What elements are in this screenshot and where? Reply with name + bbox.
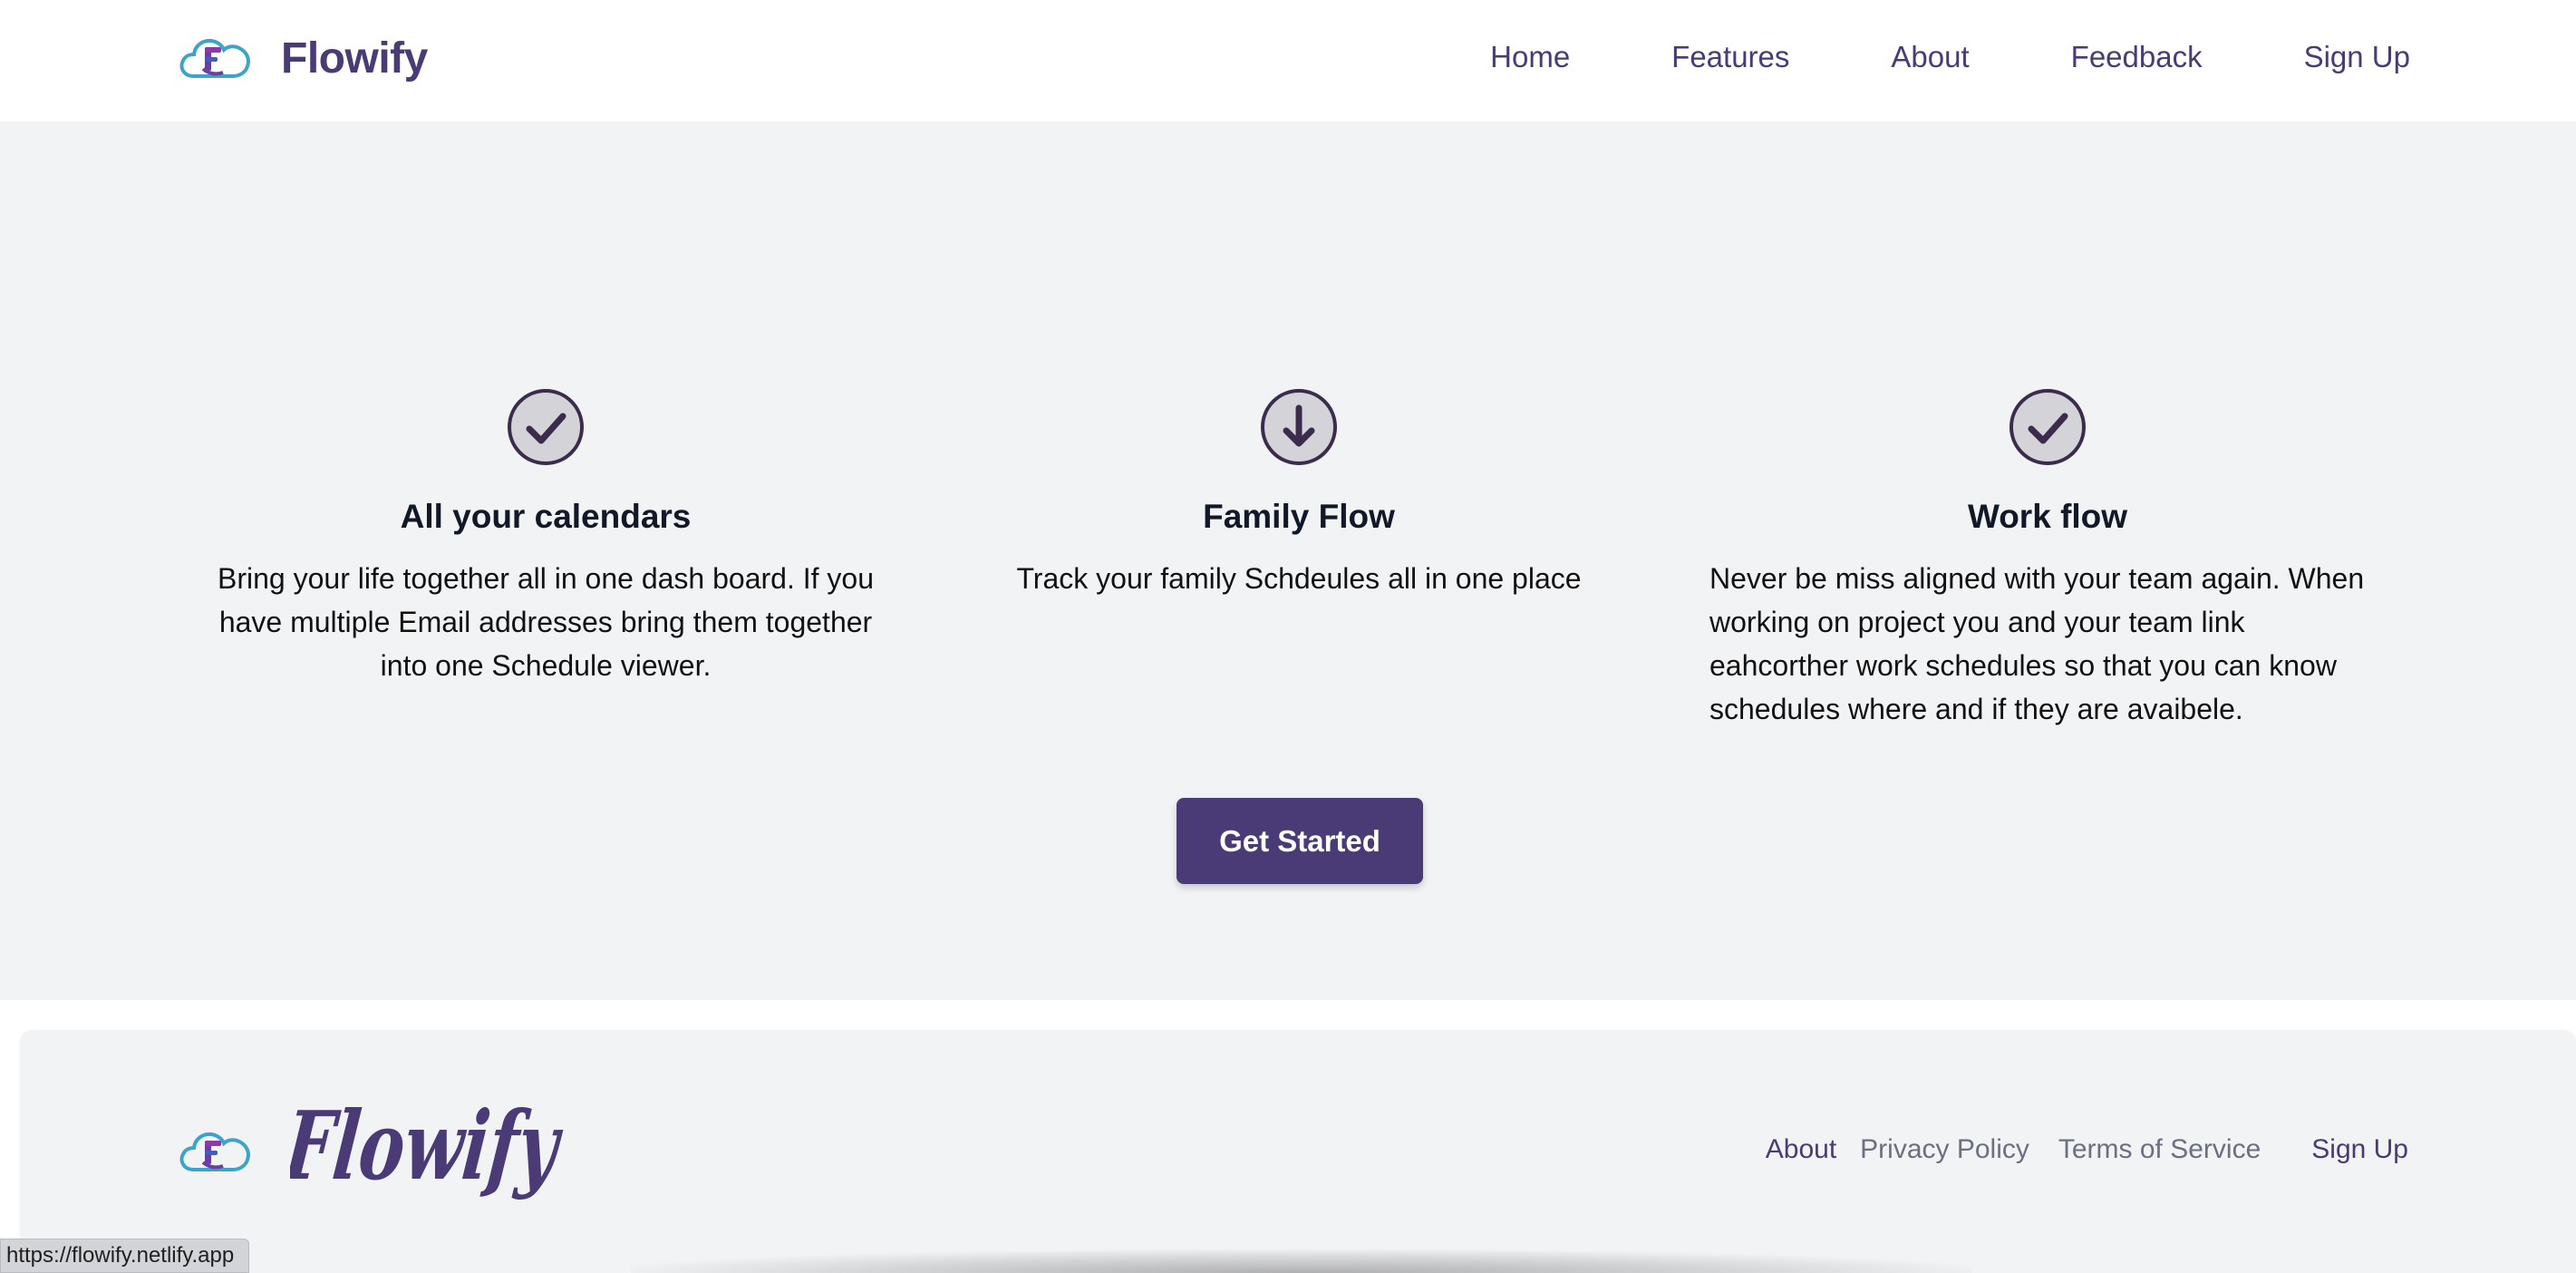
feature-card-family-flow: Family Flow Track your family Schdeules …	[954, 388, 1643, 600]
footer-link-privacy-policy[interactable]: Privacy Policy	[1860, 1134, 2029, 1165]
site-header: Flowify Home Features About Feedback Sig…	[0, 0, 2576, 121]
footer-link-about[interactable]: About	[1766, 1134, 1836, 1165]
footer-brand[interactable]: Flowify	[176, 1088, 580, 1215]
section-divider	[0, 1000, 2576, 1030]
site-footer: Flowify About Privacy Policy Terms of Se…	[20, 1030, 2576, 1273]
brand-name: Flowify	[281, 34, 428, 83]
cloud-f-logo-icon	[179, 1132, 250, 1171]
main-nav: Home Features About Feedback Sign Up	[1490, 34, 2410, 80]
feature-text: Track your family Schdeules all in one p…	[1016, 562, 1582, 595]
footer-link-terms-of-service[interactable]: Terms of Service	[2058, 1134, 2261, 1165]
feature-title: All your calendars	[400, 498, 692, 535]
feature-card-work-flow: Work flow Never be miss aligned with you…	[1709, 388, 2386, 731]
feature-text: Bring your life together all in one dash…	[218, 562, 874, 682]
nav-home[interactable]: Home	[1490, 40, 1570, 74]
get-started-button[interactable]: Get Started	[1177, 798, 1423, 884]
arrow-down-circle-icon	[1261, 389, 1337, 465]
footer-script-text: Flowify	[290, 1090, 567, 1201]
check-circle-icon	[508, 389, 584, 465]
brand[interactable]: Flowify	[176, 27, 428, 89]
nav-feedback[interactable]: Feedback	[2071, 40, 2203, 74]
footer-script-wordmark: Flowify	[290, 1090, 567, 1201]
nav-sign-up[interactable]: Sign Up	[2304, 40, 2410, 74]
status-url: https://flowify.netlify.app	[6, 1243, 235, 1268]
browser-status-bar: https://flowify.netlify.app	[0, 1239, 250, 1273]
check-circle-icon	[2009, 389, 2086, 465]
floating-panel-shadow	[631, 1249, 1972, 1273]
feature-text: Never be miss aligned with your team aga…	[1709, 562, 2365, 725]
cloud-f-logo-icon	[179, 38, 250, 78]
feature-title: Family Flow	[1203, 498, 1395, 535]
feature-card-calendars: All your calendars Bring your life toget…	[201, 388, 890, 687]
footer-links: About Privacy Policy Terms of Service Si…	[1766, 1128, 2408, 1171]
feature-title: Work flow	[1967, 498, 2128, 535]
features-section: All your calendars Bring your life toget…	[0, 121, 2576, 1000]
footer-link-sign-up[interactable]: Sign Up	[2311, 1134, 2408, 1165]
nav-features[interactable]: Features	[1671, 40, 1789, 74]
nav-about[interactable]: About	[1891, 40, 1969, 74]
